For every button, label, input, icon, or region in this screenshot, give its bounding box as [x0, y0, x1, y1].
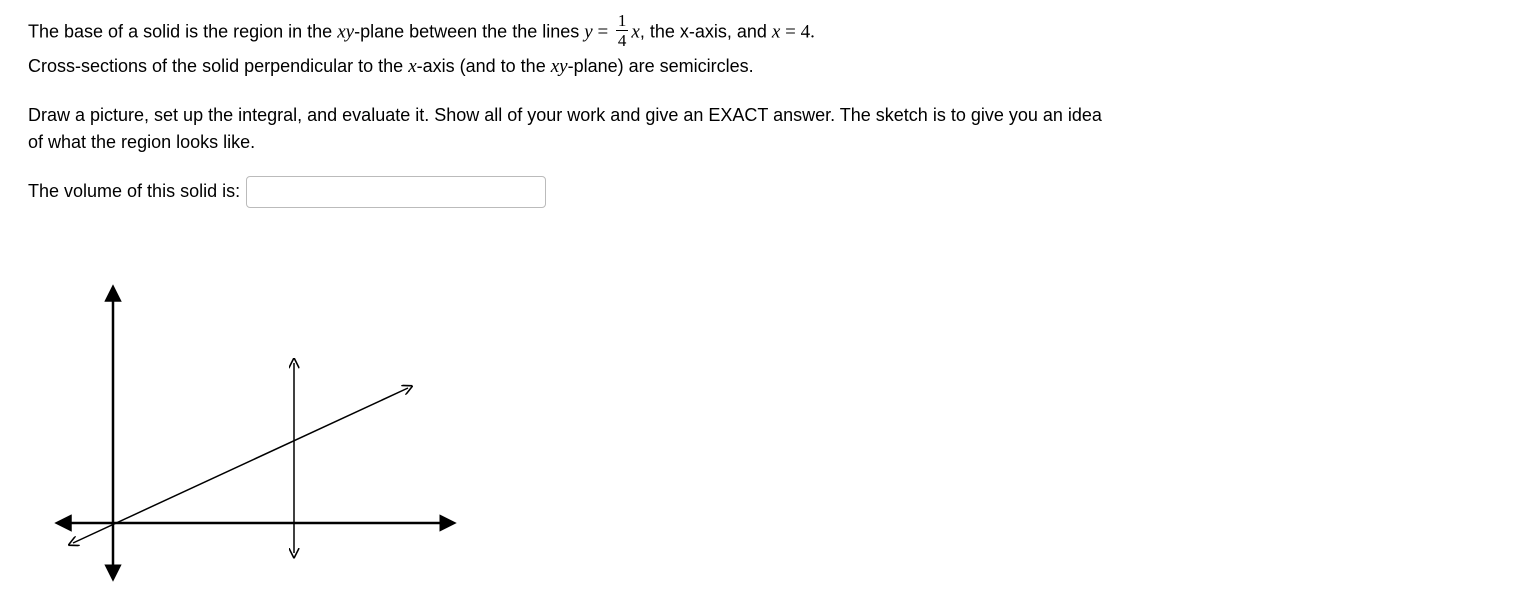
text-segment: , the x-axis, and: [640, 21, 772, 41]
math-xy: xy: [551, 56, 568, 77]
problem-line-1: The base of a solid is the region in the…: [28, 14, 1500, 51]
text-segment: -axis (and to the: [417, 56, 551, 76]
math-eq: =: [780, 21, 800, 42]
math-eq: =: [593, 21, 613, 42]
problem-instructions: Draw a picture, set up the integral, and…: [28, 102, 1113, 156]
sketch-svg: [48, 278, 468, 588]
fraction-denominator: 4: [616, 31, 629, 49]
fraction-numerator: 1: [616, 12, 629, 31]
answer-row: The volume of this solid is:: [28, 176, 1500, 208]
math-four: 4.: [801, 21, 815, 42]
text-segment: Cross-sections of the solid perpendicula…: [28, 56, 408, 76]
text-segment: -plane between the the lines: [354, 21, 584, 41]
diagonal-line: [73, 388, 408, 543]
math-x: x: [631, 21, 639, 42]
text-segment: The base of a solid is the region in the: [28, 21, 337, 41]
answer-input[interactable]: [246, 176, 546, 208]
text-segment: -plane) are semicircles.: [568, 56, 754, 76]
math-x: x: [408, 56, 416, 77]
math-fraction: 14: [616, 12, 629, 49]
math-y: y: [584, 21, 592, 42]
sketch-figure: [48, 278, 1500, 593]
answer-label: The volume of this solid is:: [28, 181, 240, 202]
problem-line-2: Cross-sections of the solid perpendicula…: [28, 53, 1500, 82]
math-xy: xy: [337, 21, 354, 42]
